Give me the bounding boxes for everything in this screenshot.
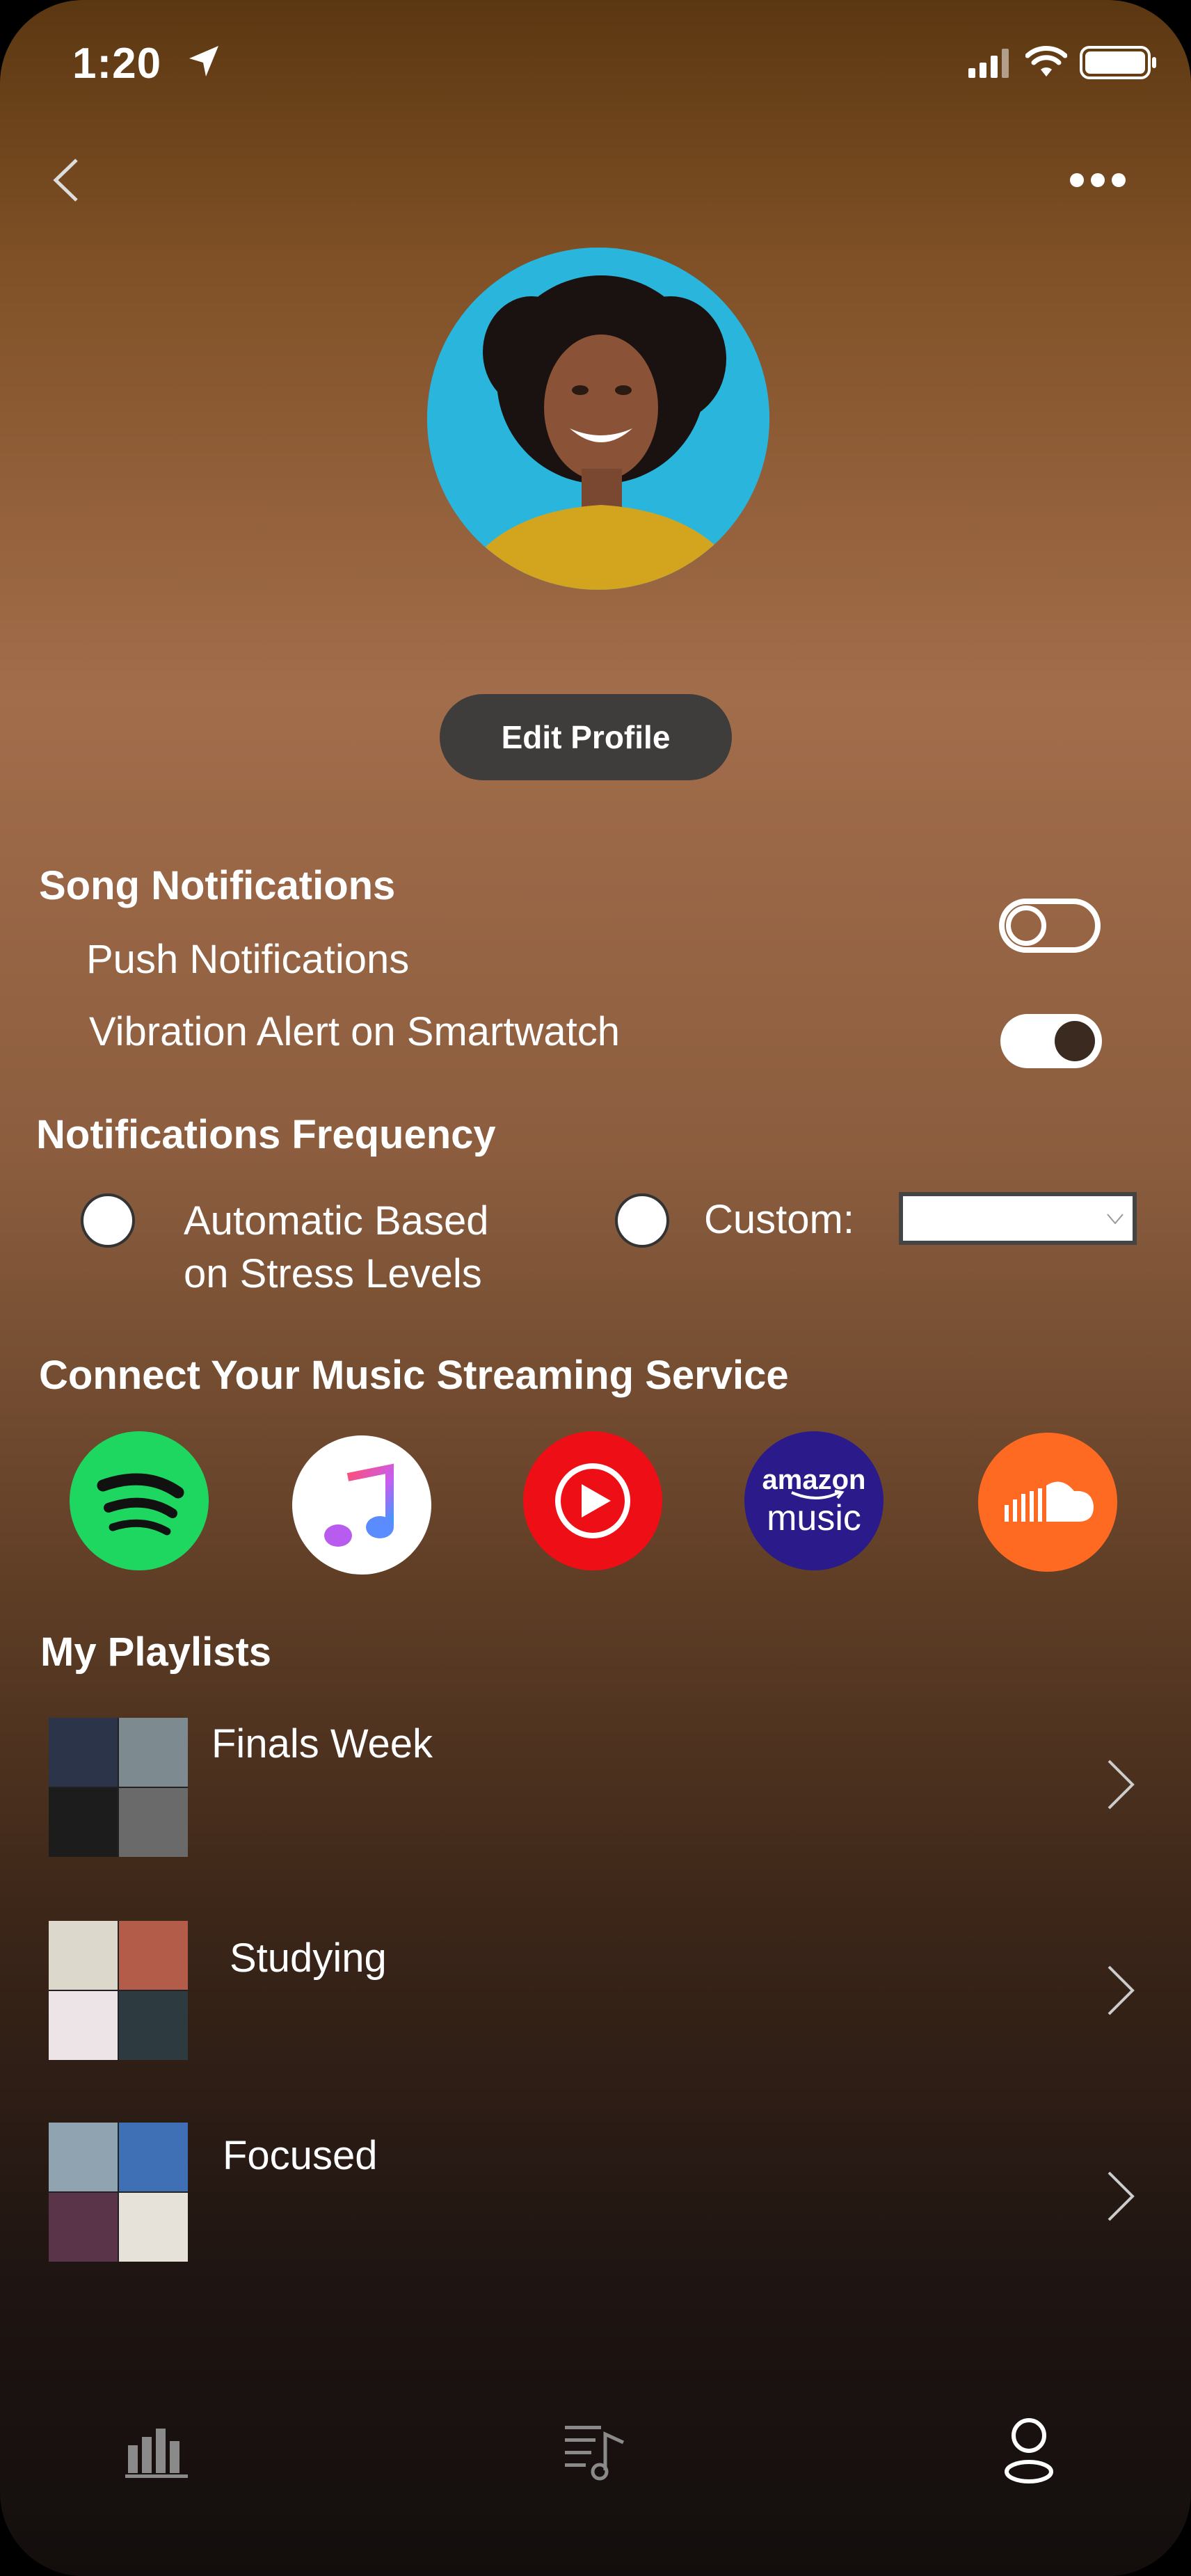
back-chevron-icon[interactable]	[49, 156, 83, 204]
profile-photo	[427, 248, 769, 590]
amazon-music-text2: music	[767, 1498, 861, 1538]
playlist-cover	[49, 1718, 188, 1857]
playlist-name: Finals Week	[211, 1721, 433, 1766]
cover-tile	[119, 1921, 188, 1990]
streaming-title: Connect Your Music Streaming Service	[39, 1353, 789, 1398]
notifications-frequency-title: Notifications Frequency	[36, 1112, 496, 1157]
cover-tile	[119, 2193, 188, 2262]
apple-music-button[interactable]	[292, 1435, 431, 1575]
automatic-line1: Automatic Based	[184, 1198, 489, 1243]
push-notifications-label: Push Notifications	[86, 937, 410, 982]
cover-tile	[119, 1788, 188, 1857]
apple-music-icon	[324, 1463, 394, 1547]
cover-tile	[49, 2123, 118, 2191]
automatic-option-label: Automatic Based on Stress Levels	[184, 1195, 488, 1301]
playlist-name: Focused	[223, 2133, 378, 2178]
cover-tile	[119, 2123, 188, 2191]
dropdown-chevron-icon	[1107, 1214, 1124, 1225]
cover-tile	[49, 1718, 118, 1787]
vibration-alert-label: Vibration Alert on Smartwatch	[89, 1009, 620, 1054]
custom-radio[interactable]	[615, 1193, 669, 1248]
edit-profile-button[interactable]: Edit Profile	[440, 694, 732, 780]
playlist-name: Studying	[230, 1935, 387, 1981]
profile-icon[interactable]	[998, 2416, 1060, 2486]
cover-tile	[49, 1991, 118, 2060]
cover-tile	[49, 1788, 118, 1857]
playlist-cover	[49, 1921, 188, 2060]
soundcloud-button[interactable]	[978, 1433, 1117, 1572]
playlist-icon[interactable]	[562, 2420, 629, 2483]
spotify-button[interactable]	[70, 1431, 209, 1570]
playlists-title: My Playlists	[40, 1629, 272, 1675]
battery-icon	[1080, 46, 1156, 79]
push-notifications-toggle[interactable]	[999, 899, 1101, 953]
avatar	[427, 248, 769, 590]
stats-icon[interactable]	[125, 2423, 189, 2479]
cover-tile	[49, 2193, 118, 2262]
custom-label: Custom:	[704, 1197, 854, 1242]
soundcloud-icon	[1005, 1481, 1094, 1522]
chevron-right-icon	[1108, 1760, 1135, 1810]
chevron-right-icon	[1108, 1965, 1135, 2015]
cover-tile	[49, 1921, 118, 1990]
automatic-radio[interactable]	[81, 1193, 135, 1248]
playlist-cover	[49, 2123, 188, 2262]
song-notifications-title: Song Notifications	[39, 863, 396, 908]
chevron-right-icon	[1108, 2171, 1135, 2221]
cover-tile	[119, 1718, 188, 1787]
spotify-icon	[97, 1473, 184, 1536]
amazon-music-button[interactable]: amazon music	[744, 1431, 884, 1570]
automatic-line2: on Stress Levels	[184, 1251, 482, 1296]
more-options-icon[interactable]	[1069, 170, 1127, 191]
vibration-alert-toggle[interactable]	[1000, 1014, 1102, 1068]
phone-screen: 1:20 Edit Profile Song Notifications Pus…	[0, 0, 1191, 2576]
toggle-knob	[1006, 905, 1046, 946]
youtube-music-button[interactable]	[523, 1431, 662, 1570]
wifi-icon	[1025, 46, 1067, 77]
status-time: 1:20	[72, 40, 162, 88]
toggle-knob	[1055, 1021, 1095, 1061]
cover-tile	[119, 1991, 188, 2060]
custom-frequency-select[interactable]	[899, 1192, 1137, 1245]
signal-icon	[968, 49, 1009, 78]
location-arrow-icon	[189, 46, 218, 77]
youtube-music-icon	[555, 1463, 630, 1538]
